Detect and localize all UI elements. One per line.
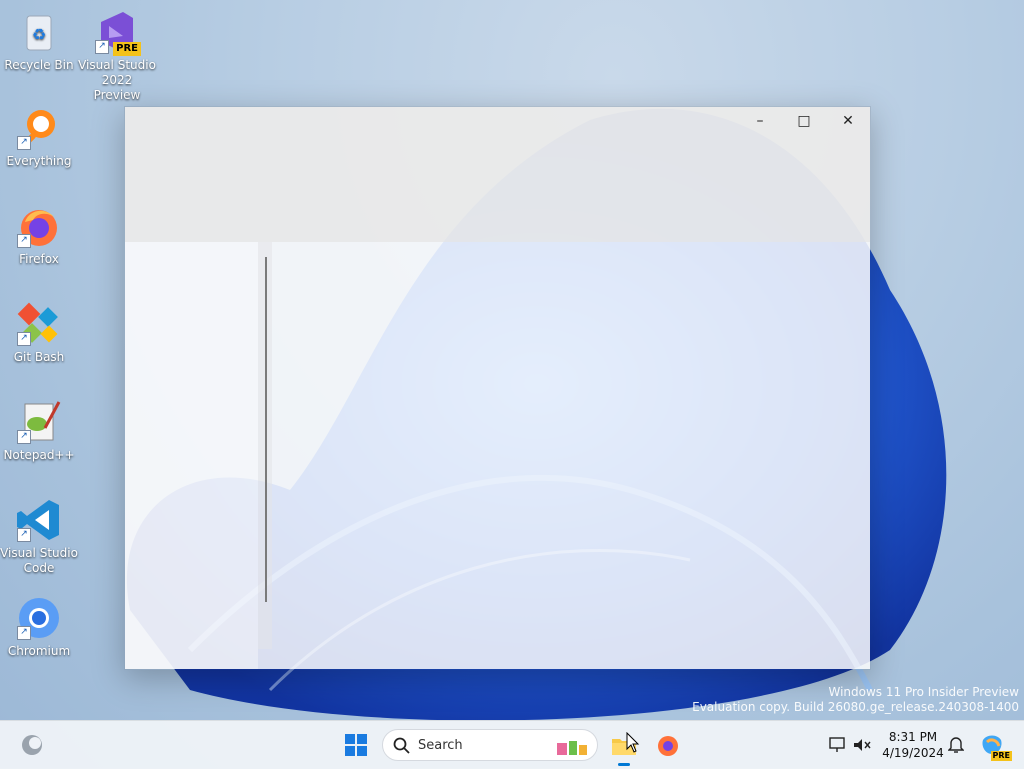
volume-muted-icon <box>854 739 871 751</box>
pre-badge: PRE <box>113 42 141 56</box>
vscode-icon: ↗ <box>15 496 63 544</box>
taskbar-clock[interactable]: 8:31 PM 4/19/2024 <box>878 729 948 761</box>
window-titlebar[interactable]: – □ ✕ <box>125 107 870 242</box>
desktop-icon-label: Firefox <box>19 252 59 266</box>
minimize-button[interactable]: – <box>738 107 782 135</box>
chromium-icon: ↗ <box>15 594 63 642</box>
mouse-cursor <box>626 732 640 753</box>
recycle-bin-icon: ♻ <box>15 8 63 56</box>
watermark-line-1: Windows 11 Pro Insider Preview <box>828 685 1019 699</box>
vertical-scrollbar[interactable] <box>265 257 267 602</box>
windows-logo-icon <box>345 734 367 756</box>
taskbar-firefox[interactable] <box>652 729 684 761</box>
desktop-icon-visual-studio[interactable]: ↗ PRE Visual Studio 2022 Preview <box>78 8 156 103</box>
pre-badge: PRE <box>990 751 1012 761</box>
start-button[interactable] <box>340 729 372 761</box>
desktop-icon-everything[interactable]: ↗ Everything <box>0 104 78 169</box>
clock-time: 8:31 PM <box>888 730 938 744</box>
everything-search-icon: ↗ <box>15 104 63 152</box>
shortcut-arrow-icon: ↗ <box>95 40 109 54</box>
taskbar: Search 8:31 PM 4/19/2024 PRE <box>0 720 1024 769</box>
firefox-icon <box>658 736 678 756</box>
visual-studio-icon: ↗ PRE <box>93 8 141 56</box>
copilot-button[interactable]: PRE <box>976 729 1012 761</box>
search-highlight-icon <box>557 741 587 755</box>
widgets-icon <box>22 735 42 755</box>
clock-date: 4/19/2024 <box>882 746 944 760</box>
os-watermark: Windows 11 Pro Insider Preview Evaluatio… <box>692 685 1019 715</box>
desktop-icon-recycle-bin[interactable]: ♻ Recycle Bin <box>0 8 78 73</box>
desktop-icon-label: Everything <box>6 154 72 168</box>
close-button[interactable]: ✕ <box>826 107 870 135</box>
desktop-icon-label: Notepad++ <box>3 448 75 462</box>
search-placeholder: Search <box>418 738 463 753</box>
tray-volume[interactable] <box>846 729 878 761</box>
git-bash-icon: ↗ <box>15 300 63 348</box>
desktop-icon-label: Visual Studio 2022 Preview <box>78 58 156 102</box>
navigation-pane <box>125 242 258 669</box>
desktop-icon-label: Recycle Bin <box>4 58 74 72</box>
window-content <box>125 242 870 669</box>
desktop-icon-label: Chromium <box>7 644 71 658</box>
widgets-button[interactable] <box>16 729 48 761</box>
maximize-button[interactable]: □ <box>782 107 826 135</box>
notepadpp-icon: ↗ <box>15 398 63 446</box>
shortcut-arrow-icon: ↗ <box>17 528 31 542</box>
network-icon <box>829 737 845 752</box>
bell-icon <box>948 737 964 753</box>
search-icon <box>393 737 410 754</box>
shortcut-arrow-icon: ↗ <box>17 430 31 444</box>
shortcut-arrow-icon: ↗ <box>17 136 31 150</box>
desktop-icon-chromium[interactable]: ↗ Chromium <box>0 594 78 659</box>
desktop-icon-label: Git Bash <box>13 350 65 364</box>
desktop-icon-firefox[interactable]: ↗ Firefox <box>0 202 78 267</box>
taskbar-search-box[interactable]: Search <box>382 729 598 761</box>
desktop-icon-label: Visual Studio Code <box>0 546 78 575</box>
watermark-line-2: Evaluation copy. Build 26080.ge_release.… <box>692 700 1019 714</box>
desktop-icon-notepadpp[interactable]: ↗ Notepad++ <box>0 398 78 463</box>
shortcut-arrow-icon: ↗ <box>17 234 31 248</box>
svg-text:♻: ♻ <box>32 25 46 44</box>
app-window[interactable]: – □ ✕ <box>124 106 871 670</box>
shortcut-arrow-icon: ↗ <box>17 626 31 640</box>
notifications-button[interactable] <box>940 729 972 761</box>
shortcut-arrow-icon: ↗ <box>17 332 31 346</box>
active-app-indicator <box>618 763 630 766</box>
desktop-icon-vscode[interactable]: ↗ Visual Studio Code <box>0 496 78 576</box>
firefox-icon: ↗ <box>15 202 63 250</box>
desktop-icon-git-bash[interactable]: ↗ Git Bash <box>0 300 78 365</box>
